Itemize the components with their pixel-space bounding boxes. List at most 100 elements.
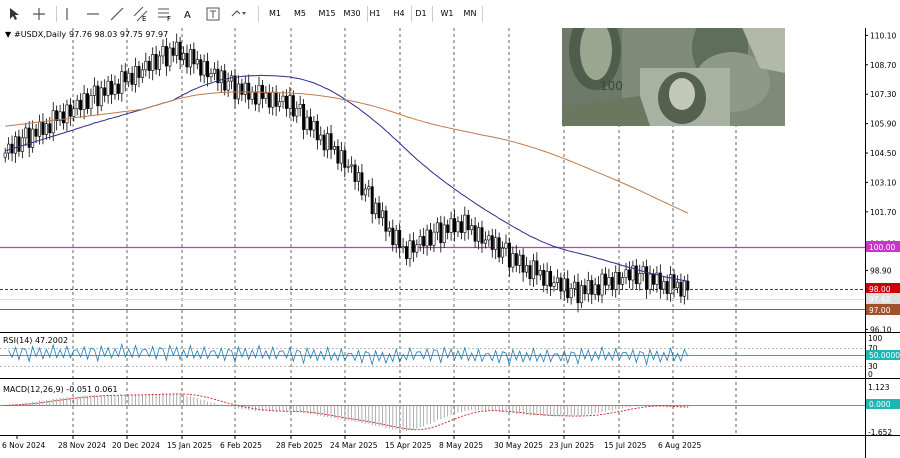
vertical-line-icon[interactable] <box>60 5 74 23</box>
candle-bull <box>586 280 590 295</box>
candle-bull <box>425 229 429 247</box>
text-label-icon[interactable] <box>204 5 222 23</box>
candle-bull <box>7 143 11 154</box>
date-label: 15 Jan 2025 <box>167 441 212 450</box>
candle-bull <box>573 281 577 289</box>
candle-bear <box>497 237 501 258</box>
candle-bull <box>37 121 41 137</box>
candle-bull <box>339 150 343 164</box>
timeframe-m5[interactable]: M5 <box>291 5 309 23</box>
toolbar: E F A M1 M5 M15 M30 H1 H4 D1 W1 MN <box>0 0 900 29</box>
candle-bear <box>617 271 621 285</box>
timeframe-mn[interactable]: MN <box>461 5 479 23</box>
candle-bear <box>549 270 553 287</box>
date-label: 28 Feb 2025 <box>276 441 323 450</box>
candle-bear <box>247 82 251 100</box>
cursor-icon[interactable] <box>6 5 22 23</box>
candle-bear <box>490 235 494 250</box>
candle-bull <box>89 95 93 109</box>
candle-bear <box>528 265 532 280</box>
candle-bear <box>672 274 676 289</box>
timeframe-h1[interactable]: H1 <box>366 5 384 23</box>
date-label: 6 Aug 2025 <box>658 441 701 450</box>
price-tick-label: 104.50 <box>870 149 896 158</box>
equidistant-channel-icon[interactable]: E <box>132 5 150 23</box>
candle-bull <box>470 225 474 231</box>
arrow-shapes-icon[interactable] <box>228 5 250 23</box>
candle-bull <box>92 85 96 96</box>
candle-bear <box>137 66 141 78</box>
date-label: 20 Dec 2024 <box>112 441 160 450</box>
candle-bull <box>24 127 28 139</box>
price-tick-label: 98.90 <box>870 267 892 276</box>
chart-area[interactable]: ▼ #USDX,Daily 97.76 98.03 97.75 97.97 10… <box>0 28 900 458</box>
candle-bull <box>552 282 556 287</box>
timeframe-w1[interactable]: W1 <box>438 5 456 23</box>
candle-bull <box>75 99 79 110</box>
timeframe-m15[interactable]: M15 <box>316 5 338 23</box>
candle-bull <box>394 229 398 246</box>
dollar-bills-photo: 100 <box>562 28 785 126</box>
candle-bull <box>600 273 604 296</box>
candle-bear <box>48 123 52 134</box>
candle-bull <box>545 270 549 286</box>
candle-bull <box>106 80 110 96</box>
candle-bear <box>353 164 357 182</box>
text-icon[interactable]: A <box>180 5 198 23</box>
candle-bear <box>665 281 669 294</box>
candle-bull <box>305 116 309 130</box>
candle-bull <box>295 108 299 117</box>
date-label: 23 Jun 2025 <box>549 441 594 450</box>
resistance-tag: 100.00 <box>869 243 895 252</box>
candle-bear <box>103 87 107 96</box>
macd-label: MACD(12,26,9) -0.051 0.061 <box>3 385 118 394</box>
fibonacci-icon[interactable]: F <box>156 5 174 23</box>
candle-bull <box>158 55 162 70</box>
candle-bear <box>315 121 319 141</box>
current-price-tag: 98.00 <box>869 285 891 294</box>
timeframe-h4[interactable]: H4 <box>390 5 408 23</box>
candle-bear <box>473 225 477 242</box>
candle-bull <box>151 54 155 71</box>
candle-bull <box>456 221 460 233</box>
candle-bear <box>223 70 227 91</box>
svg-text:F: F <box>167 15 171 22</box>
timeframe-m1[interactable]: M1 <box>266 5 284 23</box>
timeframe-d1[interactable]: D1 <box>413 5 429 23</box>
candle-bull <box>531 260 535 280</box>
candle-bull <box>518 254 522 266</box>
candle-bear <box>384 210 388 232</box>
candle-bull <box>182 53 186 60</box>
candle-bear <box>453 218 457 233</box>
candle-bear <box>240 83 244 95</box>
price-tick-label: 105.90 <box>870 120 896 129</box>
candle-bear <box>62 111 66 124</box>
ohlc-label: 97.76 98.03 97.75 97.97 <box>69 30 168 39</box>
candle-bear <box>405 246 409 259</box>
candle-bear <box>206 61 210 78</box>
candle-bull <box>346 165 350 168</box>
candle-bear <box>507 242 511 268</box>
candle-bull <box>236 83 240 100</box>
date-label: 15 Apr 2025 <box>385 441 432 450</box>
candle-bull <box>281 95 285 103</box>
candle-bull <box>134 66 138 85</box>
candle-bull <box>682 280 686 297</box>
trendline-icon[interactable] <box>108 5 126 23</box>
candle-bear <box>343 150 347 168</box>
horizontal-line-icon[interactable] <box>84 5 102 23</box>
candle-bull <box>374 202 378 215</box>
candle-bull <box>463 214 467 233</box>
candle-bull <box>161 46 165 57</box>
timeframe-m30[interactable]: M30 <box>340 5 364 23</box>
candle-bull <box>82 93 86 110</box>
candle-bull <box>99 87 103 107</box>
crosshair-icon[interactable] <box>28 5 50 23</box>
candle-bear <box>686 280 690 291</box>
candle-bear <box>603 273 607 286</box>
candle-bear <box>360 172 364 196</box>
candle-bull <box>326 133 330 151</box>
candle-bull <box>44 123 48 135</box>
candle-bull <box>487 235 491 241</box>
candle-bear <box>110 80 114 95</box>
